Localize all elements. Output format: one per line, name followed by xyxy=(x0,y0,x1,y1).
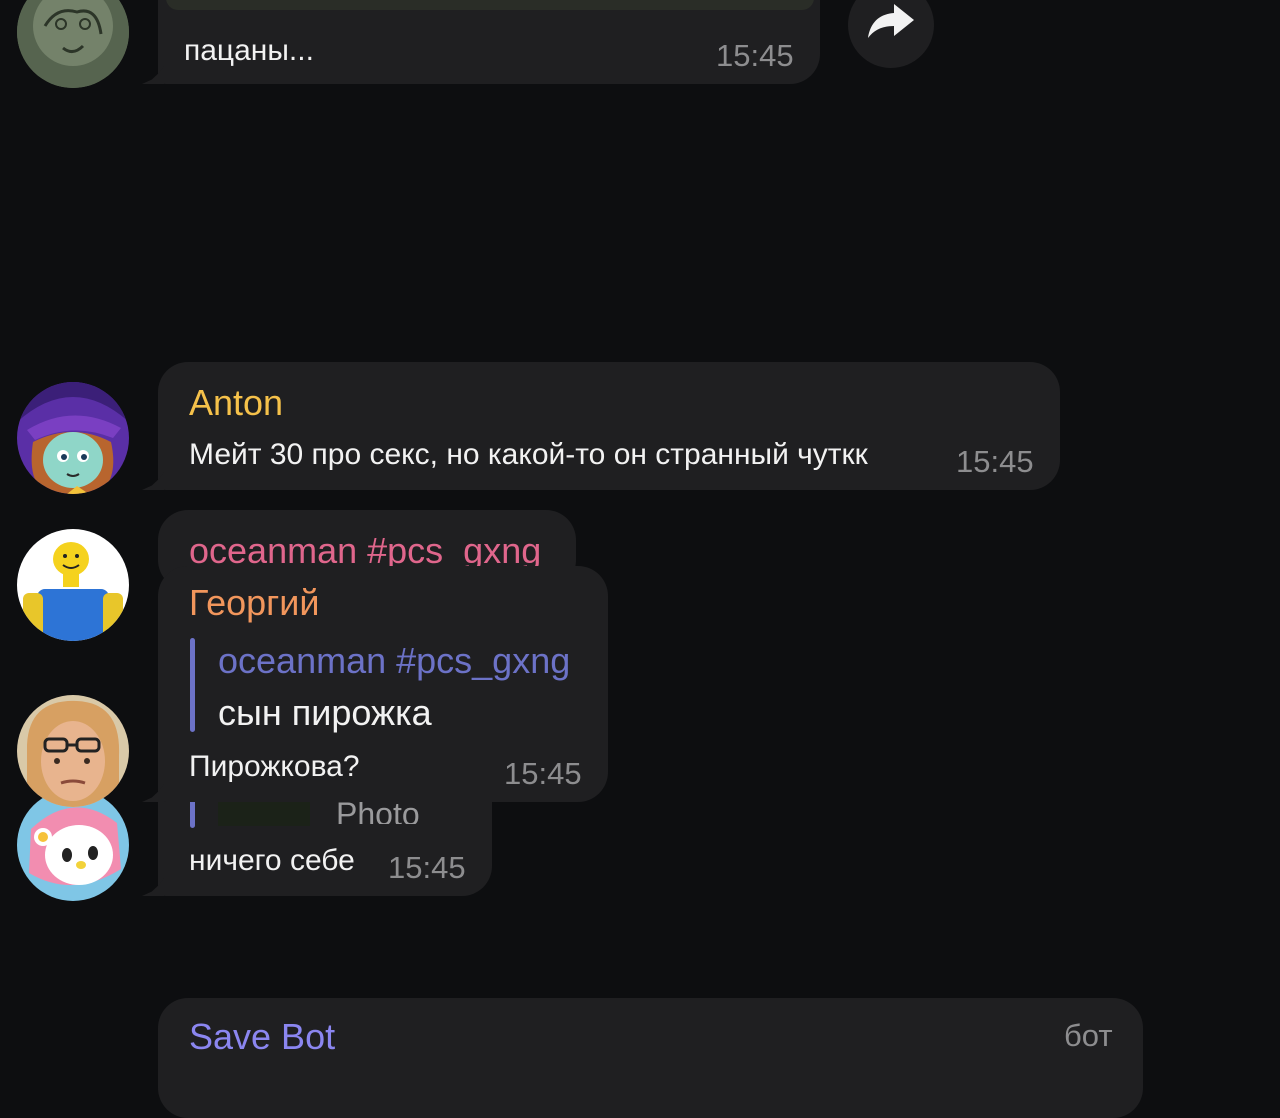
message-time: 15:45 xyxy=(716,38,794,73)
avatar-georgiy[interactable] xyxy=(17,695,129,807)
message-time: 15:45 xyxy=(504,756,582,791)
reply-quote-bar xyxy=(190,638,195,732)
forward-icon xyxy=(868,4,914,38)
reply-sender-name[interactable]: oceanman #pcs_gxng xyxy=(218,640,570,682)
bot-badge: бот xyxy=(1064,1018,1113,1053)
message-text: Мейт 30 про секс, но какой-то он странны… xyxy=(189,438,868,471)
message-bubble-georgiy[interactable]: Георгий oceanman #pcs_gxng сын пирожка П… xyxy=(158,566,608,802)
message-bubble-top[interactable]: пацаны... 15:45 xyxy=(158,0,820,84)
message-time: 15:45 xyxy=(956,444,1034,479)
avatar[interactable] xyxy=(17,0,129,88)
sender-name[interactable]: Anton xyxy=(189,382,283,424)
sender-name[interactable]: oceanman #pcs_gxng xyxy=(189,530,541,566)
message-bubble-savebot[interactable]: Save Bot бот xyxy=(158,998,1143,1118)
avatar-oceanman[interactable] xyxy=(17,529,129,641)
message-text: ничего себе xyxy=(189,844,355,877)
sender-name[interactable]: Save Bot xyxy=(189,1016,335,1058)
avatar-anton[interactable] xyxy=(17,382,129,494)
forward-button[interactable] xyxy=(848,0,934,68)
message-bubble-anton[interactable]: Anton Мейт 30 про секс, но какой-то он с… xyxy=(158,362,1060,490)
reply-text: сын пирожка xyxy=(218,692,432,733)
media-preview-strip[interactable] xyxy=(166,0,814,10)
sender-name[interactable]: Георгий xyxy=(189,582,320,624)
message-time: 15:45 xyxy=(388,850,466,885)
message-text: пацаны... xyxy=(184,34,314,67)
message-text: Пирожкова? xyxy=(189,750,360,783)
